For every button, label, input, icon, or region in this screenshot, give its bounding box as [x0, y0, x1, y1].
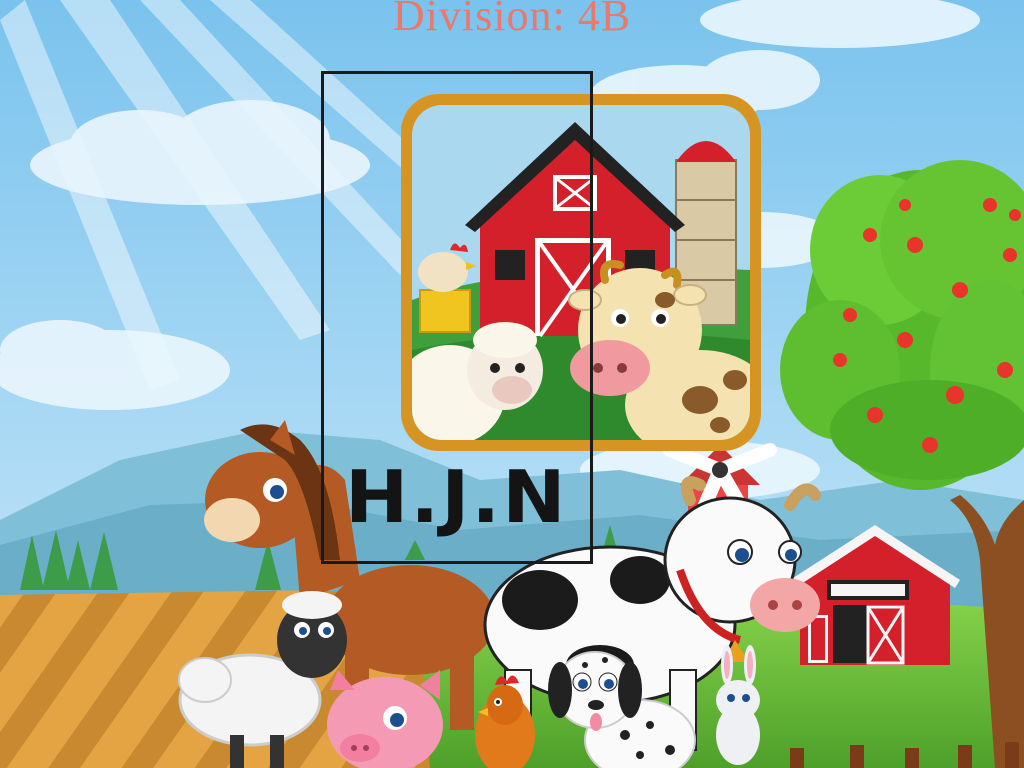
pig	[327, 670, 443, 768]
logo-text: H.J.N	[345, 455, 568, 539]
page-title: Division: 4B	[392, 0, 632, 40]
